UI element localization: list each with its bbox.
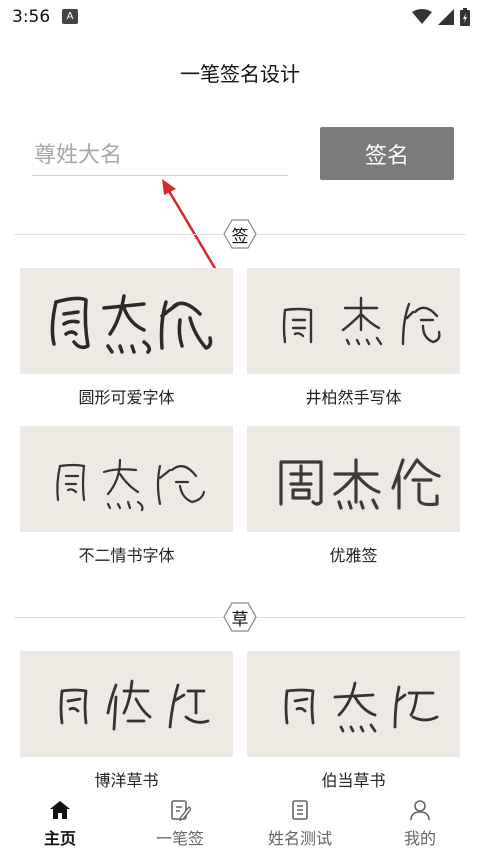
section-badge-1: 签 bbox=[223, 219, 257, 249]
arrow-annotation-icon bbox=[162, 179, 218, 272]
battery-icon bbox=[460, 8, 470, 26]
nav-profile[interactable]: 我的 bbox=[360, 793, 480, 853]
signature-preview bbox=[247, 268, 460, 374]
sign-button[interactable]: 签名 bbox=[320, 127, 454, 180]
signature-preview bbox=[247, 651, 460, 757]
font-card-label: 优雅签 bbox=[329, 546, 378, 565]
font-card-label: 伯当草书 bbox=[321, 771, 386, 790]
nav-label: 姓名测试 bbox=[267, 829, 332, 848]
font-card-jing-handwriting[interactable]: 井柏然手写体 bbox=[247, 268, 460, 408]
section-badge-2: 草 bbox=[223, 602, 257, 632]
wifi-icon bbox=[412, 9, 432, 24]
signature-preview bbox=[247, 426, 460, 532]
font-card-elegant[interactable]: 优雅签 bbox=[247, 426, 460, 566]
status-icons bbox=[412, 7, 470, 27]
document-icon bbox=[292, 800, 308, 820]
font-card-label: 博洋草书 bbox=[94, 771, 159, 790]
nav-one-stroke-sign[interactable]: 一笔签 bbox=[120, 793, 240, 853]
signature-preview bbox=[20, 651, 233, 757]
font-card-buer-love-letter[interactable]: 不二情书字体 bbox=[20, 426, 233, 566]
font-card-bodang-cursive[interactable]: 伯当草书 bbox=[247, 651, 460, 791]
home-icon bbox=[50, 801, 70, 819]
nav-label: 一笔签 bbox=[155, 829, 204, 848]
signal-icon bbox=[438, 9, 454, 25]
bottom-nav: 主页 一笔签 姓名测试 我的 bbox=[0, 793, 480, 853]
user-icon bbox=[410, 800, 430, 821]
signature-preview bbox=[20, 268, 233, 374]
font-card-label: 井柏然手写体 bbox=[305, 388, 402, 407]
status-time: 3:56 bbox=[12, 7, 51, 27]
font-card-round-cute[interactable]: 圆形可爱字体 bbox=[20, 268, 233, 408]
font-card-label: 不二情书字体 bbox=[78, 546, 175, 565]
signature-preview bbox=[20, 426, 233, 532]
pen-edit-icon bbox=[171, 800, 191, 821]
font-card-label: 圆形可爱字体 bbox=[78, 388, 175, 407]
status-bar: 3:56 A bbox=[0, 0, 480, 34]
nav-label: 主页 bbox=[43, 829, 76, 848]
nav-home[interactable]: 主页 bbox=[0, 793, 120, 853]
page-title: 一笔签名设计 bbox=[180, 62, 300, 86]
name-input[interactable] bbox=[32, 136, 288, 176]
nav-name-test[interactable]: 姓名测试 bbox=[240, 793, 360, 853]
nav-label: 我的 bbox=[403, 829, 436, 848]
notification-icon: A bbox=[62, 9, 78, 24]
font-card-boyang-cursive[interactable]: 博洋草书 bbox=[20, 651, 233, 791]
